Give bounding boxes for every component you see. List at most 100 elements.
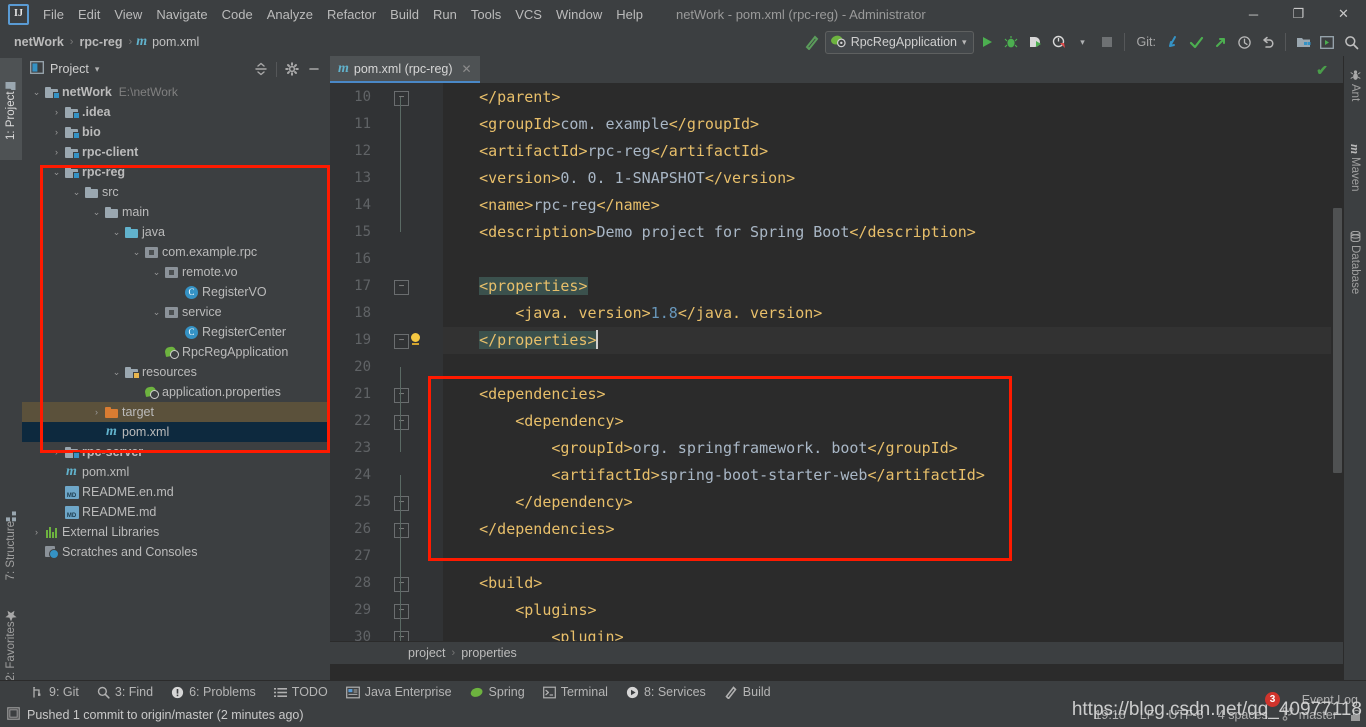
menu-item-build[interactable]: Build xyxy=(383,3,426,26)
menu-item-code[interactable]: Code xyxy=(215,3,260,26)
editor-breadcrumb-properties[interactable]: properties xyxy=(461,646,517,660)
code-fold-toggle[interactable]: − xyxy=(394,604,409,619)
code-line-12[interactable]: <artifactId>rpc-reg</artifactId> xyxy=(443,138,768,165)
chevron-down-icon[interactable]: ▾ xyxy=(95,64,100,75)
profiler-dropdown-icon[interactable]: ▾ xyxy=(1072,31,1094,53)
tree-node-pom-xml[interactable]: m pom.xml xyxy=(22,422,330,442)
bottom-tab-3-find[interactable]: 3: Find xyxy=(88,683,162,701)
code-line-25[interactable]: </dependency> xyxy=(443,489,632,516)
chevron-down-icon[interactable]: ⌄ xyxy=(50,167,63,178)
debug-icon[interactable] xyxy=(1000,31,1022,53)
tool-window-tab-structure[interactable]: 7: Structure xyxy=(0,486,22,602)
tree-node-service[interactable]: ⌄ service xyxy=(22,302,330,322)
chevron-right-icon[interactable]: › xyxy=(50,107,63,117)
chevron-right-icon[interactable]: › xyxy=(90,407,103,417)
tree-node-registervo[interactable]: C RegisterVO xyxy=(22,282,330,302)
tree-node-rpc-reg[interactable]: ⌄ rpc-reg xyxy=(22,162,330,182)
code-content[interactable]: </parent> <groupId>com. example</groupId… xyxy=(443,83,1344,653)
minimize-button[interactable]: ─ xyxy=(1231,0,1276,28)
chevron-right-icon[interactable]: › xyxy=(30,527,43,537)
menu-item-refactor[interactable]: Refactor xyxy=(320,3,383,26)
code-fold-toggle[interactable]: − xyxy=(394,388,409,403)
tree-node-com-example-rpc[interactable]: ⌄ com.example.rpc xyxy=(22,242,330,262)
tool-window-tab-ant[interactable]: Ant xyxy=(1344,60,1366,112)
menu-item-help[interactable]: Help xyxy=(609,3,650,26)
close-button[interactable]: ✕ xyxy=(1321,0,1366,28)
code-line-14[interactable]: <name>rpc-reg</name> xyxy=(443,192,660,219)
menu-item-vcs[interactable]: VCS xyxy=(508,3,549,26)
chevron-down-icon[interactable]: ⌄ xyxy=(110,367,123,378)
chevron-down-icon[interactable]: ⌄ xyxy=(90,207,103,218)
tree-node-network[interactable]: ⌄ netWork E:\netWork xyxy=(22,82,330,102)
menu-item-tools[interactable]: Tools xyxy=(464,3,508,26)
commit-icon[interactable] xyxy=(1185,31,1207,53)
tree-node-target[interactable]: › target xyxy=(22,402,330,422)
code-line-15[interactable]: <description>Demo project for Spring Boo… xyxy=(443,219,976,246)
update-project-icon[interactable] xyxy=(1161,31,1183,53)
code-fold-toggle[interactable]: − xyxy=(394,334,409,349)
bottom-tab-build[interactable]: Build xyxy=(715,683,780,701)
tree-node-readme-md[interactable]: MD README.md xyxy=(22,502,330,522)
chevron-right-icon[interactable]: › xyxy=(50,127,63,137)
breadcrumb-item-rpc-reg[interactable]: rpc-reg xyxy=(77,33,124,51)
bottom-tab-8-services[interactable]: 8: Services xyxy=(617,683,715,701)
menu-item-navigate[interactable]: Navigate xyxy=(149,3,214,26)
tree-node-registercenter[interactable]: C RegisterCenter xyxy=(22,322,330,342)
editor-tab-pom-xml[interactable]: m pom.xml (rpc-reg) ✕ xyxy=(330,56,480,83)
rollback-icon[interactable] xyxy=(1257,31,1279,53)
code-fold-toggle[interactable]: − xyxy=(394,523,409,538)
settings-gear-icon[interactable] xyxy=(282,59,302,79)
chevron-right-icon[interactable]: › xyxy=(50,147,63,157)
code-line-10[interactable]: </parent> xyxy=(443,84,560,111)
breadcrumb-item-netWork[interactable]: netWork xyxy=(12,33,66,51)
tree-node-rpcregapplication[interactable]: RpcRegApplication xyxy=(22,342,330,362)
menu-item-edit[interactable]: Edit xyxy=(71,3,107,26)
code-line-17[interactable]: <properties> xyxy=(443,273,588,300)
hammer-icon[interactable] xyxy=(801,31,823,53)
project-structure-icon[interactable] xyxy=(1292,31,1314,53)
code-line-18[interactable]: <java. version>1.8</java. version> xyxy=(443,300,822,327)
close-icon[interactable]: ✕ xyxy=(462,62,472,76)
code-fold-toggle[interactable]: − xyxy=(394,280,409,295)
tree-node-application-properties[interactable]: application.properties xyxy=(22,382,330,402)
menu-item-run[interactable]: Run xyxy=(426,3,464,26)
inspection-status-icon[interactable]: ✔ xyxy=(1316,62,1328,79)
notification-icon[interactable] xyxy=(7,707,20,723)
bottom-tab-java-enterprise[interactable]: Java Enterprise xyxy=(337,683,461,701)
chevron-down-icon[interactable]: ⌄ xyxy=(70,187,83,198)
editor-gutter[interactable]: 10 − 11 12 13 14 15 16 17 − 18 19 − 20 21 − 22 − 23 24 25 − 26… xyxy=(330,83,443,653)
tree-node-src[interactable]: ⌄ src xyxy=(22,182,330,202)
profiler-icon[interactable] xyxy=(1048,31,1070,53)
tree-node-scratches-and-consoles[interactable]: Scratches and Consoles xyxy=(22,542,330,562)
code-line-11[interactable]: <groupId>com. example</groupId> xyxy=(443,111,759,138)
menu-item-file[interactable]: File xyxy=(36,3,71,26)
tree-node-readme-en-md[interactable]: MD README.en.md xyxy=(22,482,330,502)
tool-window-tab-maven[interactable]: m Maven xyxy=(1344,134,1366,201)
search-everywhere-icon[interactable] xyxy=(1340,31,1362,53)
editor-breadcrumb-project[interactable]: project xyxy=(408,646,446,660)
chevron-right-icon[interactable]: › xyxy=(50,447,63,457)
tree-node-java[interactable]: ⌄ java xyxy=(22,222,330,242)
code-line-24[interactable]: <artifactId>spring-boot-starter-web</art… xyxy=(443,462,985,489)
tool-window-tab-project[interactable]: 1: Project xyxy=(0,58,22,160)
code-line-13[interactable]: <version>0. 0. 1-SNAPSHOT</version> xyxy=(443,165,795,192)
hide-panel-icon[interactable] xyxy=(304,59,324,79)
code-line-27[interactable] xyxy=(443,543,479,570)
project-tree[interactable]: ⌄ netWork E:\netWork › .idea › bio › rpc-client ⌄… xyxy=(22,82,330,681)
tree-node-rpc-server[interactable]: › rpc-server xyxy=(22,442,330,462)
breadcrumb-item-pom-xml[interactable]: m pom.xml xyxy=(136,33,201,51)
intention-bulb-icon[interactable] xyxy=(409,333,423,347)
tree-node-pom-xml[interactable]: m pom.xml xyxy=(22,462,330,482)
code-fold-toggle[interactable]: − xyxy=(394,91,409,106)
run-with-coverage-icon[interactable] xyxy=(1024,31,1046,53)
code-line-26[interactable]: </dependencies> xyxy=(443,516,614,543)
menu-item-window[interactable]: Window xyxy=(549,3,609,26)
scrollbar-thumb-vertical[interactable] xyxy=(1333,208,1342,473)
tree-node-main[interactable]: ⌄ main xyxy=(22,202,330,222)
bottom-tab-6-problems[interactable]: 6: Problems xyxy=(162,683,265,701)
push-icon[interactable] xyxy=(1209,31,1231,53)
code-fold-toggle[interactable]: − xyxy=(394,577,409,592)
code-line-19[interactable]: </properties> xyxy=(443,327,1344,354)
chevron-down-icon[interactable]: ⌄ xyxy=(110,227,123,238)
tree-node-external-libraries[interactable]: › External Libraries xyxy=(22,522,330,542)
